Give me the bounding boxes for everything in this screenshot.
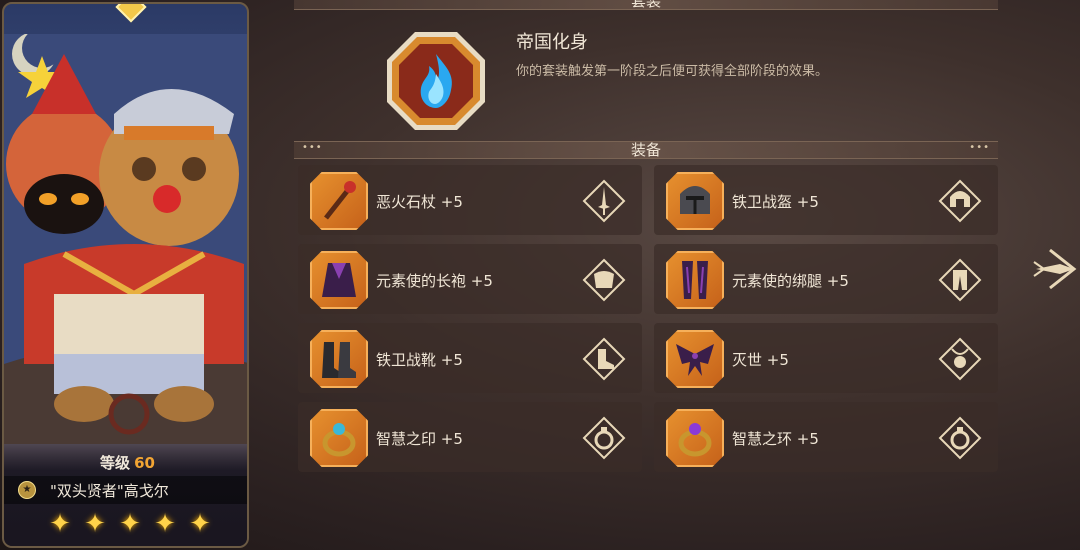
- equipment-name: 灭世 +5: [732, 351, 789, 369]
- legs-slot-icon: [938, 258, 982, 302]
- robe-icon: [310, 251, 368, 309]
- equipment-grid: 恶火石杖 +5 铁卫战盔 +5 元素使的长袍 +5 元素使的绑腿 +5 铁卫战靴…: [298, 165, 998, 485]
- weapon-slot-icon: [582, 179, 626, 223]
- ring-slot-icon: [582, 416, 626, 460]
- ring-icon: [666, 409, 724, 467]
- hero-info-panel: 等级 60 ★ "双头贤者"高戈尔 ✦ ✦ ✦ ✦ ✦: [4, 444, 247, 546]
- equipment-name: 元素使的长袍 +5: [376, 272, 493, 290]
- equipment-name: 元素使的绑腿 +5: [732, 272, 849, 290]
- hero-portrait: [4, 34, 247, 444]
- leggings-icon: [666, 251, 724, 309]
- equipment-name: 恶火石杖 +5: [376, 193, 463, 211]
- faction-icon: ★: [18, 481, 36, 499]
- set-name: 帝国化身: [516, 32, 588, 53]
- level-label: 等级: [100, 454, 131, 472]
- boots-slot-icon: [582, 337, 626, 381]
- star-icon: ✦: [189, 509, 211, 539]
- hero-star-rating: ✦ ✦ ✦ ✦ ✦: [46, 510, 221, 544]
- hero-name: "双头贤者"高戈尔: [50, 482, 169, 500]
- equipment-section-header: ••• 装备 •••: [294, 141, 998, 159]
- equipment-name: 智慧之环 +5: [732, 430, 819, 448]
- equipment-slot[interactable]: 元素使的绑腿 +5: [654, 244, 998, 314]
- set-description: 你的套装触发第一阶段之后便可获得全部阶段的效果。: [516, 64, 829, 79]
- equipment-slot[interactable]: 智慧之印 +5: [298, 402, 642, 472]
- helmet-slot-icon: [938, 179, 982, 223]
- equipment-section-title: 装备: [630, 141, 661, 159]
- set-bonus-flame-icon[interactable]: [385, 30, 487, 132]
- equipment-slot[interactable]: 铁卫战盔 +5: [654, 165, 998, 235]
- set-section-title: 套装: [630, 0, 661, 10]
- armor-slot-icon: [582, 258, 626, 302]
- equipment-name: 铁卫战靴 +5: [376, 351, 463, 369]
- star-icon: ✦: [119, 509, 141, 539]
- equipment-slot[interactable]: 灭世 +5: [654, 323, 998, 393]
- staff-icon: [310, 172, 368, 230]
- level-number: 60: [134, 454, 155, 472]
- rarity-gem-icon: [115, 4, 147, 23]
- hero-card[interactable]: 等级 60 ★ "双头贤者"高戈尔 ✦ ✦ ✦ ✦ ✦: [2, 2, 249, 548]
- equipment-slot[interactable]: 恶火石杖 +5: [298, 165, 642, 235]
- star-icon: ✦: [154, 509, 176, 539]
- equipment-slot[interactable]: 铁卫战靴 +5: [298, 323, 642, 393]
- equipment-name: 智慧之印 +5: [376, 430, 463, 448]
- hero-name-row: ★ "双头贤者"高戈尔: [4, 476, 247, 504]
- ring-icon: [310, 409, 368, 467]
- ornament-dots: •••: [969, 0, 990, 4]
- set-section-header: ••• 套装 •••: [294, 0, 998, 10]
- ring-slot-icon: [938, 416, 982, 460]
- helmet-icon: [666, 172, 724, 230]
- amulet-slot-icon: [938, 337, 982, 381]
- star-icon: ✦: [49, 509, 71, 539]
- wings-icon: [666, 330, 724, 388]
- boots-icon: [310, 330, 368, 388]
- equipment-name: 铁卫战盔 +5: [732, 193, 819, 211]
- equipment-slot[interactable]: 智慧之环 +5: [654, 402, 998, 472]
- equipment-slot[interactable]: 元素使的长袍 +5: [298, 244, 642, 314]
- star-icon: ✦: [84, 509, 106, 539]
- hero-level: 等级 60: [4, 452, 247, 473]
- next-page-arrow-icon[interactable]: [1030, 240, 1080, 298]
- ornament-dots: •••: [969, 142, 990, 153]
